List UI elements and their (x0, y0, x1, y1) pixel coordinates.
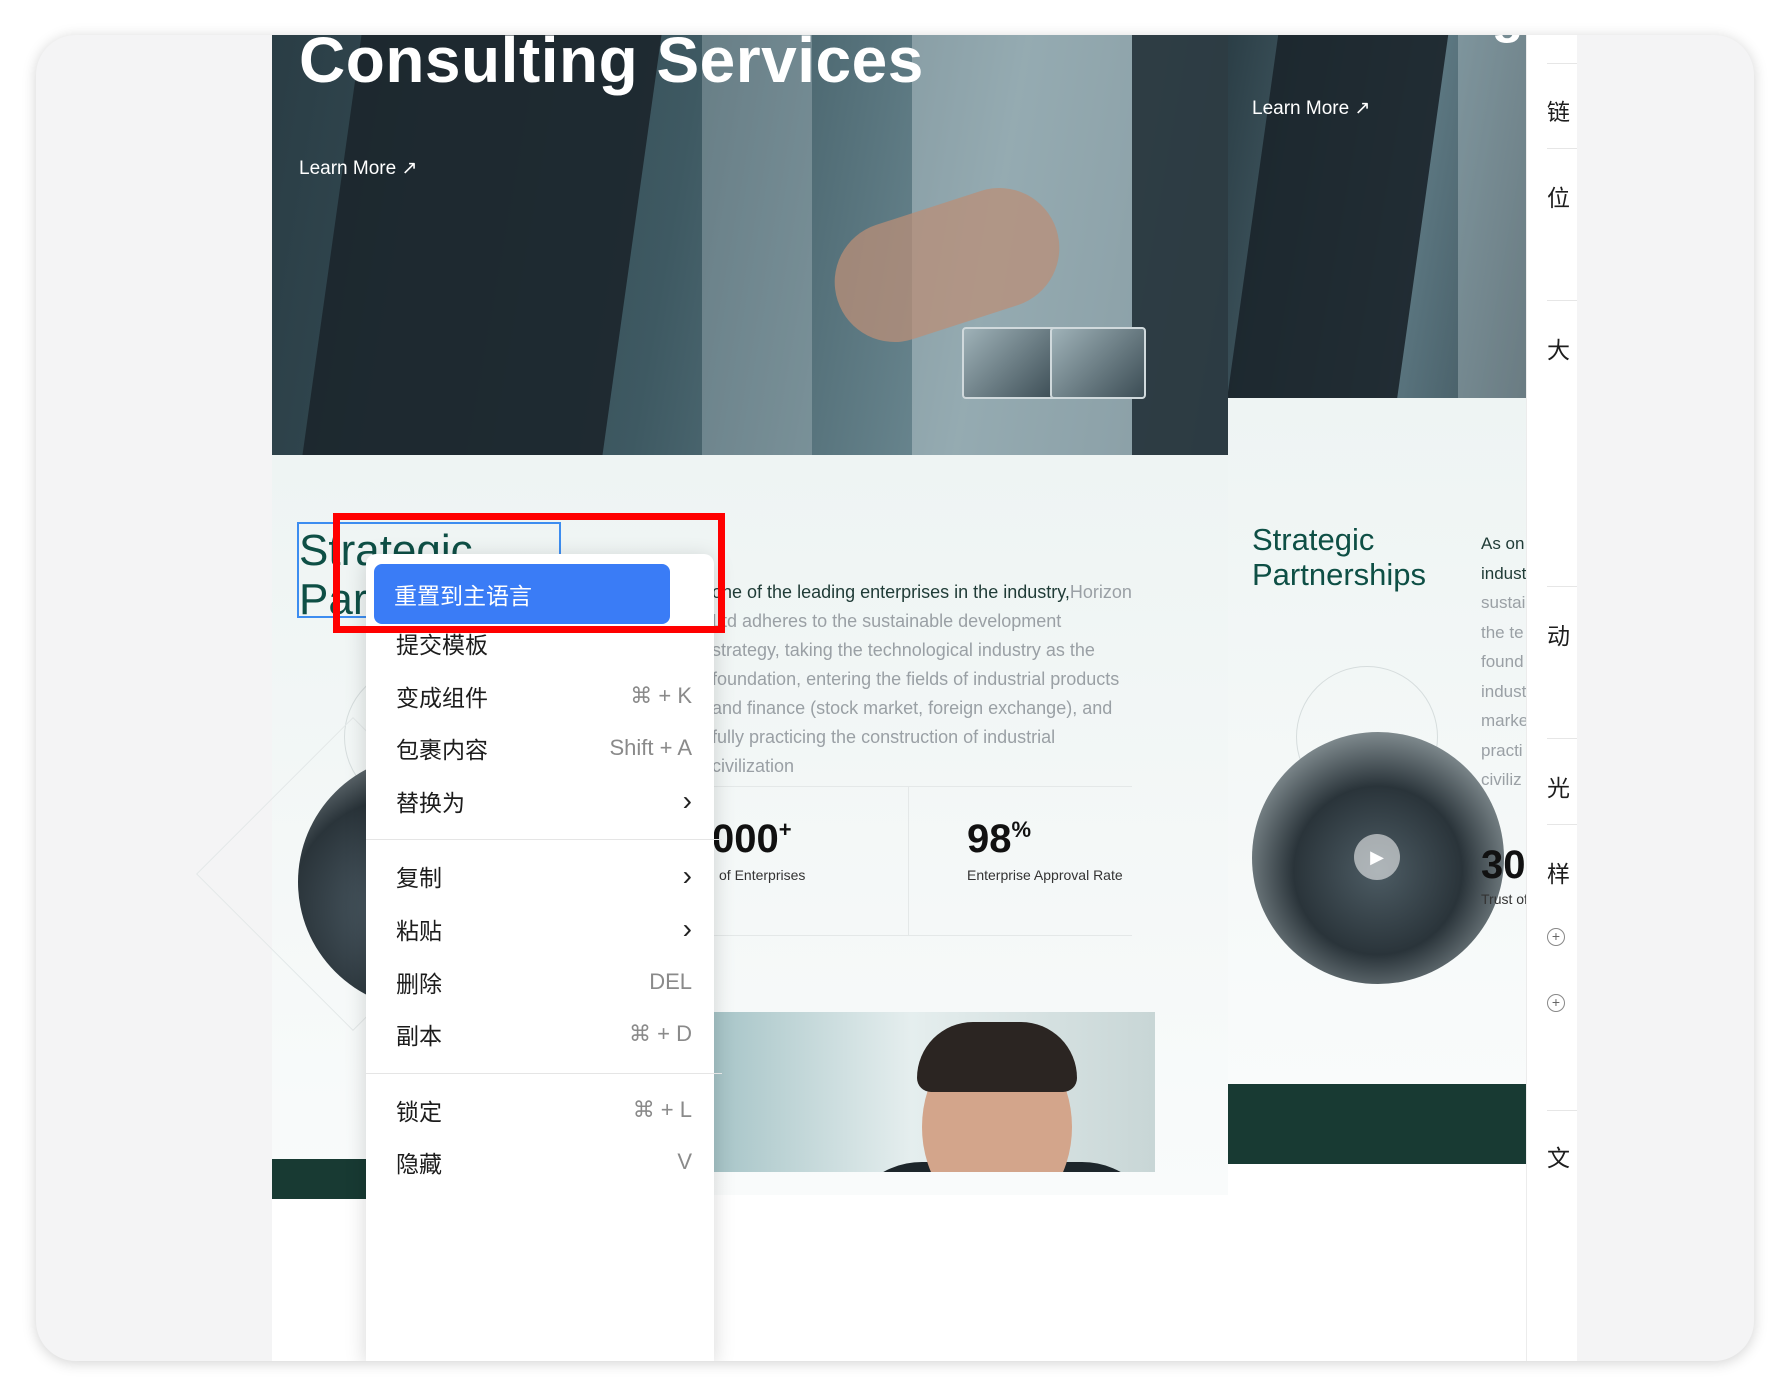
menu-item-label: 隐藏 (396, 1151, 442, 1177)
menu-item-lock[interactable]: 锁定 ⌘ + L (376, 1082, 712, 1138)
stat-trust-value: 30 (1481, 843, 1526, 887)
paragraph-rest: Horizon Ltd adheres to the sustainable d… (712, 582, 1132, 776)
menu-item-shortcut: DEL (649, 969, 692, 994)
menu-item-duplicate[interactable]: 副本 ⌘ + D (376, 1006, 712, 1062)
para-line: practi (1481, 740, 1523, 760)
arrow-up-right-icon: ↗ (401, 158, 418, 179)
stat-trust-label: Trust of (1481, 891, 1526, 907)
learn-more-link[interactable]: Learn More ↗ (299, 157, 417, 180)
hero-title-secondary[interactable]: Consulting Serv (1252, 35, 1526, 45)
menu-item-label: 锁定 (396, 1099, 442, 1125)
thumbnail-2[interactable] (1050, 327, 1146, 399)
section-paragraph-secondary[interactable]: As on indust sustai the te found indust … (1481, 529, 1526, 795)
team-photo-circle-secondary[interactable]: ▶ (1252, 732, 1504, 984)
app-window: Consulting Services Learn More ↗ Strateg… (36, 35, 1754, 1361)
paragraph-lead: one of the leading enterprises in the in… (712, 582, 1070, 602)
para-line: marke (1481, 711, 1526, 730)
menu-item-label: 替换为 (396, 790, 465, 816)
footer-block-secondary (1228, 1084, 1526, 1164)
add-style-icon[interactable]: + (1547, 994, 1565, 1012)
menu-separator (366, 1073, 722, 1074)
para-line: civiliz (1481, 770, 1522, 789)
panel-label-text[interactable]: 文 (1547, 1139, 1570, 1173)
secondary-artboard[interactable]: Consulting Serv Learn More ↗ Strategic P… (1228, 35, 1526, 1361)
menu-item-shortcut: ⌘ + K (630, 683, 692, 708)
menu-item-shortcut: ⌘ + D (629, 1021, 692, 1046)
menu-item-shortcut: Shift + A (609, 735, 692, 760)
stats-row: 000+ of Enterprises 98% Enterprise Appro… (712, 786, 1132, 936)
stat-enterprises-value: 000+ (712, 817, 792, 861)
menu-item-shortcut: ⌘ + L (632, 1097, 692, 1122)
thumbnail-1[interactable] (962, 327, 1058, 399)
chevron-right-icon: › (682, 860, 692, 891)
learn-more-label-secondary: Learn More (1252, 98, 1350, 119)
menu-item-label: 粘贴 (396, 918, 442, 944)
learn-more-link-secondary[interactable]: Learn More ↗ (1252, 97, 1370, 120)
arrow-up-right-icon: ↗ (1354, 98, 1371, 119)
panel-label-animation[interactable]: 动 (1547, 617, 1570, 651)
hero-image-secondary: Consulting Serv Learn More ↗ (1228, 35, 1526, 455)
para-line: indust (1481, 681, 1526, 701)
stat-enterprises-label: of Enterprises (719, 867, 806, 883)
menu-item-wrap-content[interactable]: 包裹内容 Shift + A (376, 720, 712, 776)
menu-item-label: 复制 (396, 865, 442, 891)
chevron-right-icon: › (682, 785, 692, 816)
stat-approval-label: Enterprise Approval Rate (967, 867, 1123, 883)
portrait-image[interactable] (712, 1012, 1155, 1172)
context-menu: 重置到主语言 提交模板 变成组件 ⌘ + K 包裹内容 Shift + A 替换… (366, 554, 722, 1361)
panel-label-light[interactable]: 光 (1547, 769, 1570, 803)
properties-panel: 链 位 大 动 光 样 + + 文 (1526, 35, 1577, 1361)
hero-image: Consulting Services Learn More ↗ (272, 35, 1279, 455)
stat-approval-value: 98% (967, 817, 1032, 861)
highlight-box (333, 513, 725, 633)
section-paragraph[interactable]: one of the leading enterprises in the in… (712, 578, 1132, 781)
menu-item-hide[interactable]: 隐藏 V (376, 1134, 712, 1190)
menu-item-replace-with[interactable]: 替换为 › (376, 773, 712, 829)
menu-item-delete[interactable]: 删除 DEL (376, 954, 712, 1010)
panel-label-style[interactable]: 样 (1547, 855, 1570, 889)
para-line: indust (1481, 563, 1526, 583)
menu-separator (366, 839, 722, 840)
menu-item-label: 包裹内容 (396, 737, 488, 763)
panel-label-link[interactable]: 链 (1547, 93, 1570, 127)
menu-item-label: 副本 (396, 1023, 442, 1049)
menu-item-label: 变成组件 (396, 685, 488, 711)
para-line: found (1481, 652, 1524, 671)
panel-label-size[interactable]: 大 (1547, 331, 1570, 365)
chevron-right-icon: › (682, 913, 692, 944)
menu-item-make-component[interactable]: 变成组件 ⌘ + K (376, 668, 712, 724)
section-title-secondary[interactable]: Strategic Partnerships (1252, 522, 1452, 592)
para-line: sustai (1481, 593, 1526, 612)
add-style-icon[interactable]: + (1547, 928, 1565, 946)
para-line: As on (1481, 534, 1525, 553)
menu-item-copy[interactable]: 复制 › (376, 848, 712, 904)
hero-title[interactable]: Consulting Services (299, 35, 924, 97)
menu-item-label: 删除 (396, 971, 442, 997)
play-icon[interactable]: ▶ (1354, 834, 1400, 880)
learn-more-label: Learn More (299, 158, 397, 179)
panel-label-position[interactable]: 位 (1547, 179, 1570, 213)
menu-item-shortcut: V (677, 1149, 692, 1174)
para-line: the te (1481, 622, 1524, 642)
menu-item-paste[interactable]: 粘贴 › (376, 901, 712, 957)
